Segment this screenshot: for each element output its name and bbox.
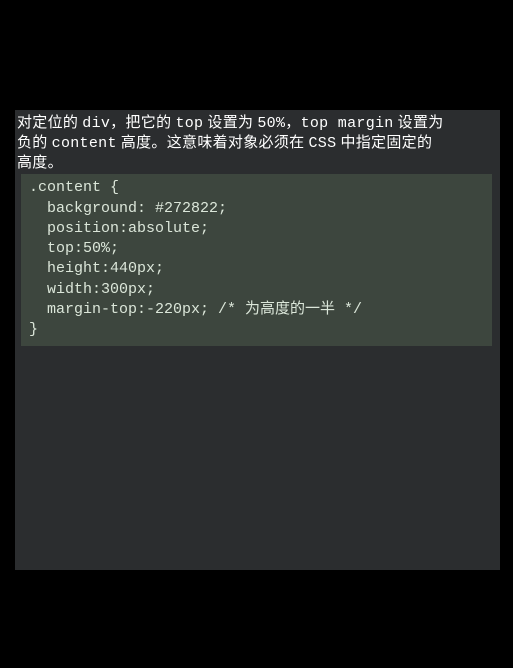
code-line-3: position:absolute; (29, 220, 209, 237)
content-panel: 对定位的 div，把它的 top 设置为 50%，top margin 设置为 … (15, 110, 500, 570)
code-line-5: height:440px; (29, 260, 164, 277)
description-paragraph: 对定位的 div，把它的 top 设置为 50%，top margin 设置为 … (15, 110, 500, 172)
code-line-1: .content { (29, 179, 119, 196)
code-line-8: } (29, 321, 38, 338)
code-line-2: background: #272822; (29, 200, 227, 217)
para-line3: 高度。 (17, 155, 63, 171)
code-line-6: width:300px; (29, 281, 155, 298)
para-line2: 负的 content 高度。这意味着对象必须在 CSS 中指定固定的 (17, 135, 432, 151)
code-line-4: top:50%; (29, 240, 119, 257)
para-line1: 对定位的 div，把它的 top 设置为 50%，top margin 设置为 (17, 115, 444, 131)
code-line-7: margin-top:-220px; /* 为高度的一半 */ (29, 301, 362, 318)
css-code-block: .content { background: #272822; position… (21, 174, 492, 346)
